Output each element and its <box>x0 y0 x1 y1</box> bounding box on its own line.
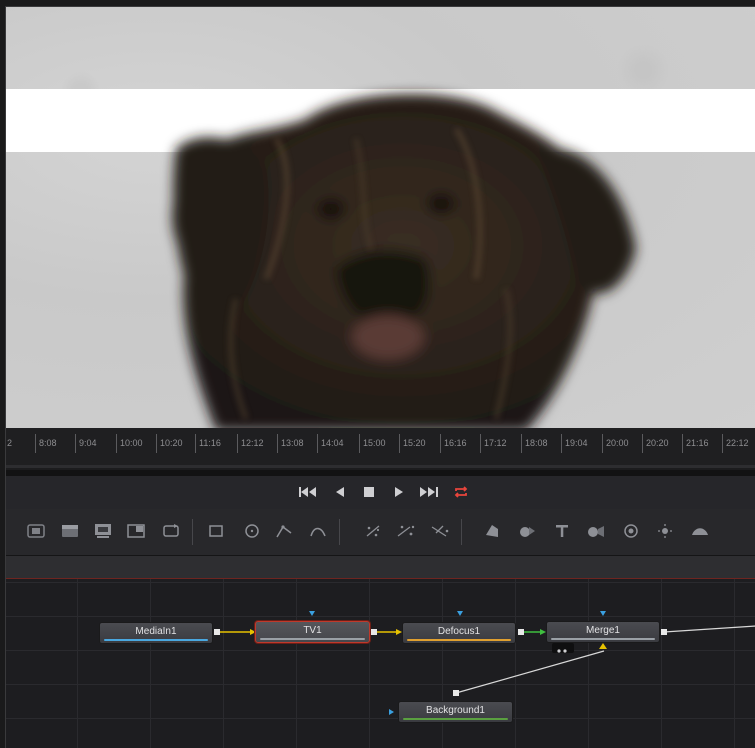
transform-icon[interactable] <box>161 521 181 541</box>
ruler-tick: 12:12 <box>237 434 264 453</box>
output-port[interactable] <box>518 629 524 635</box>
ruler-tick: 15:00 <box>359 434 386 453</box>
skip-to-start-icon[interactable] <box>298 484 318 500</box>
ruler-tick: 15:20 <box>399 434 426 453</box>
bspline-icon[interactable] <box>308 521 328 541</box>
ruler-tick: 13:08 <box>277 434 304 453</box>
polygon-icon[interactable] <box>274 521 294 541</box>
ruler-tick: 21:16 <box>682 434 709 453</box>
camera-3d-icon[interactable] <box>586 521 606 541</box>
node-color-bar <box>403 718 508 720</box>
media-out-icon[interactable] <box>60 521 80 541</box>
viewer-output-icon[interactable] <box>93 521 113 541</box>
node-label: Background1 <box>426 705 485 716</box>
node-color-bar <box>407 639 511 641</box>
loop-icon[interactable] <box>451 484 471 500</box>
node-label: TV1 <box>303 625 322 636</box>
node-tv1[interactable]: TV1 <box>255 621 370 643</box>
play-icon[interactable] <box>392 484 406 500</box>
timeline-track[interactable] <box>6 465 755 468</box>
media-in-icon[interactable] <box>26 521 46 541</box>
node-label: Merge1 <box>586 625 620 636</box>
ruler-tick: 2 <box>7 438 13 448</box>
stop-icon[interactable] <box>362 484 376 500</box>
output-port[interactable] <box>453 690 459 696</box>
node-thumbnail-toggle[interactable] <box>552 643 574 653</box>
timeline-ruler[interactable]: 2 8:08 9:04 10:00 10:20 11:16 12:12 13:0… <box>6 428 755 468</box>
node-color-bar <box>260 638 365 640</box>
node-connections <box>99 611 755 715</box>
light-3d-icon[interactable] <box>655 521 675 541</box>
toolbar-separator <box>192 519 193 545</box>
output-port[interactable] <box>661 629 667 635</box>
particle-emitter-icon[interactable] <box>363 521 383 541</box>
tools-toolbar <box>6 509 755 556</box>
node-color-bar <box>104 639 208 641</box>
skip-to-end-icon[interactable] <box>419 484 439 500</box>
node-label: Defocus1 <box>437 626 481 637</box>
ruler-tick: 10:00 <box>116 434 143 453</box>
shape-3d-icon[interactable] <box>482 521 502 541</box>
ruler-tick: 10:20 <box>156 434 183 453</box>
node-editor[interactable]: MediaIn1 TV1 Defocus1 Merge1 Background1 <box>6 579 755 748</box>
ruler-tick: 9:04 <box>75 434 97 453</box>
text-3d-icon[interactable] <box>552 521 572 541</box>
ellipse-icon[interactable] <box>242 521 262 541</box>
toolbar-separator <box>339 519 340 545</box>
toolbar-separator <box>461 519 462 545</box>
image-viewer[interactable] <box>6 7 755 428</box>
ruler-tick: 19:04 <box>561 434 588 453</box>
node-mediain1[interactable]: MediaIn1 <box>99 622 213 644</box>
merge-icon[interactable] <box>126 521 146 541</box>
ruler-tick: 16:16 <box>440 434 467 453</box>
renderer-3d-icon[interactable] <box>621 521 641 541</box>
particle-kill-icon[interactable] <box>430 521 450 541</box>
merge-3d-icon[interactable] <box>517 521 537 541</box>
ruler-tick: 17:12 <box>480 434 507 453</box>
transport-controls <box>6 476 755 510</box>
ruler-tick: 22:12 <box>722 434 749 453</box>
node-color-bar <box>551 638 655 640</box>
node-defocus1[interactable]: Defocus1 <box>402 622 516 644</box>
image-plane-3d-icon[interactable] <box>690 521 710 541</box>
step-back-icon[interactable] <box>333 484 347 500</box>
output-port[interactable] <box>371 629 377 635</box>
ruler-tick: 20:20 <box>642 434 669 453</box>
node-merge1[interactable]: Merge1 <box>546 621 660 643</box>
node-label: MediaIn1 <box>135 626 177 637</box>
ruler-tick: 18:08 <box>521 434 548 453</box>
fusion-window: 2 8:08 9:04 10:00 10:20 11:16 12:12 13:0… <box>5 6 755 748</box>
ruler-tick: 8:08 <box>35 434 57 453</box>
rectangle-icon[interactable] <box>206 521 226 541</box>
node-editor-header <box>6 556 755 579</box>
ruler-tick: 20:00 <box>602 434 629 453</box>
ruler-tick: 14:04 <box>317 434 344 453</box>
ruler-tick: 11:16 <box>195 434 221 453</box>
dog-image <box>172 93 636 428</box>
output-port[interactable] <box>214 629 220 635</box>
particle-render-icon[interactable] <box>396 521 416 541</box>
node-background1[interactable]: Background1 <box>398 701 513 723</box>
